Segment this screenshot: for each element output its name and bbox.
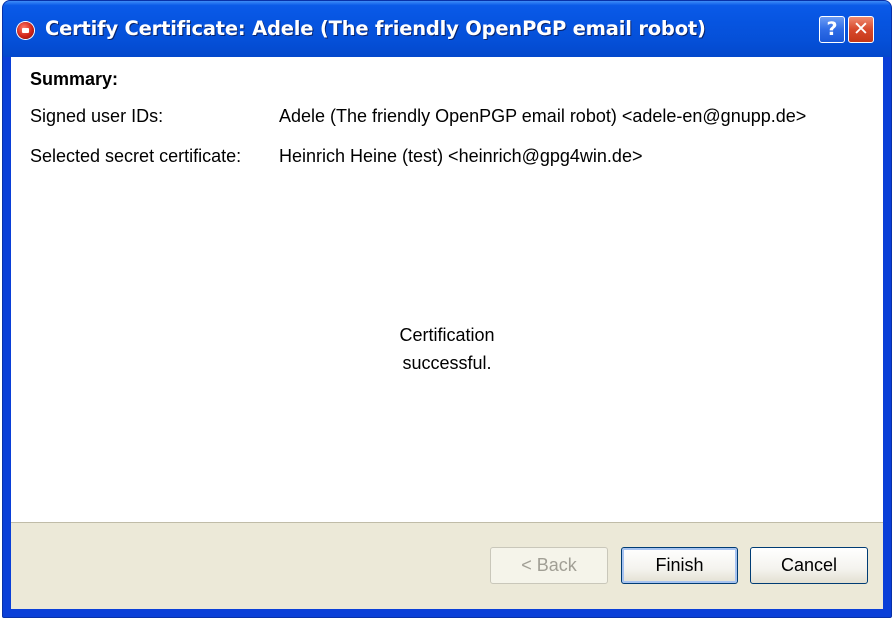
help-button[interactable]: ? (819, 16, 845, 43)
dialog-content: Summary: Signed user IDs: Adele (The fri… (11, 57, 883, 609)
certification-status: Certification successful. (11, 321, 883, 377)
back-button: < Back (490, 547, 608, 584)
signed-user-ids-label: Signed user IDs: (30, 106, 164, 126)
secret-certificate-label: Selected secret certificate: (30, 146, 242, 166)
close-button[interactable]: ✕ (848, 16, 874, 43)
app-icon[interactable] (17, 22, 34, 39)
title-bar[interactable]: Certify Certificate: Adele (The friendly… (3, 1, 891, 57)
button-bar: < Back Finish Cancel (11, 522, 883, 609)
status-line-1: Certification (399, 325, 495, 345)
status-line-2: successful. (402, 353, 492, 373)
certify-certificate-dialog: Certify Certificate: Adele (The friendly… (2, 0, 892, 618)
finish-button[interactable]: Finish (621, 547, 738, 584)
signed-user-ids-value: Adele (The friendly OpenPGP email robot)… (279, 106, 807, 126)
secret-certificate-value: Heinrich Heine (test) <heinrich@gpg4win.… (279, 146, 643, 166)
window-title: Certify Certificate: Adele (The friendly… (45, 17, 706, 40)
cancel-button[interactable]: Cancel (750, 547, 868, 584)
summary-heading: Summary: (30, 69, 119, 89)
